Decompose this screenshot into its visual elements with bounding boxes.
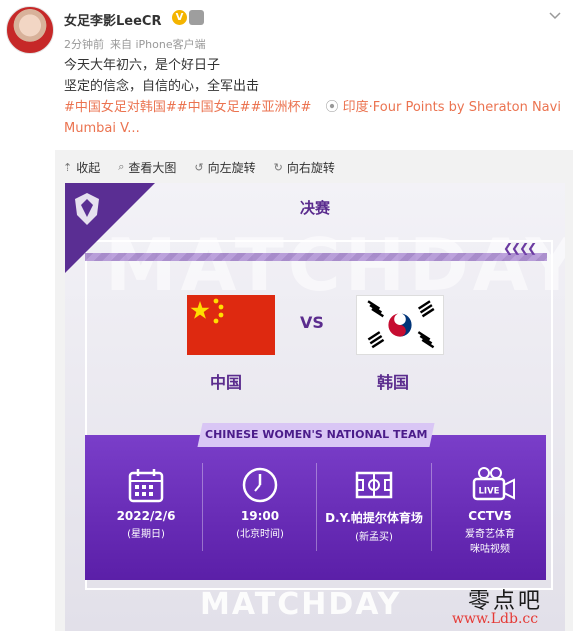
watermark-url: www.Ldb.cc xyxy=(452,611,539,627)
match-weekday: (星期日) xyxy=(127,529,165,540)
post-header: 女足李影LeeCR V 2分钟前 来自 iPhone客户端 今天大年初六，是个好日… xyxy=(0,0,573,150)
divider xyxy=(202,463,203,551)
member-icon xyxy=(189,10,204,25)
stadium-icon xyxy=(354,465,394,505)
team-away: 韩国 xyxy=(377,373,410,392)
topic-tags[interactable]: #中国女足对韩国##中国女足##亚洲杯# xyxy=(64,100,311,115)
broadcast-3: 咪咕视频 xyxy=(470,544,510,555)
location-text: 印度·Four Points by Sheraton Navi xyxy=(342,100,561,115)
rotate-left-button[interactable]: ↺ 向左旋转 xyxy=(194,158,255,176)
broadcast-2: 爱奇艺体育 xyxy=(465,529,515,540)
verified-icon: V xyxy=(172,10,187,25)
divider xyxy=(316,463,317,551)
time-block: 19:00 (北京时间) xyxy=(205,465,315,540)
chevron-down-icon[interactable] xyxy=(548,8,562,22)
avatar[interactable] xyxy=(6,6,54,54)
poster-title: 决赛 xyxy=(299,199,330,217)
date-block: 2022/2/6 (星期日) xyxy=(91,465,201,540)
korea-flag-icon xyxy=(356,295,444,355)
collapse-label: 收起 xyxy=(76,160,101,175)
decorative-band xyxy=(85,253,547,261)
location-text-cont[interactable]: Mumbai V... xyxy=(64,118,559,139)
match-venue-city: (新孟买) xyxy=(355,532,393,543)
matchday-text: MATCHDAY xyxy=(200,587,402,622)
match-venue: D.Y.帕提尔体育场 xyxy=(325,511,423,525)
image-viewer: ⇡ 收起 ⌕ 查看大图 ↺ 向左旋转 ↻ 向右旋转 MATCHDAY 决赛 ❮❮❮❮ V… xyxy=(55,150,573,631)
vs-label: VS xyxy=(300,313,324,332)
collapse-icon: ⇡ xyxy=(63,160,73,174)
live-label: LIVE xyxy=(479,487,500,497)
broadcast-1: CCTV5 xyxy=(468,509,512,523)
post-meta: 2分钟前 来自 iPhone客户端 xyxy=(64,36,212,52)
rotate-right-button[interactable]: ↻ 向右旋转 xyxy=(274,158,335,176)
team-tag: CHINESE WOMEN'S NATIONAL TEAM xyxy=(197,423,435,447)
post-tags: #中国女足对韩国##中国女足##亚洲杯# ⦿ 印度·Four Points by… xyxy=(64,97,561,118)
view-large-label: 查看大图 xyxy=(128,160,177,175)
china-flag-icon xyxy=(187,295,275,355)
post-text-line: 今天大年初六，是个好日子 xyxy=(64,58,221,73)
magnify-icon: ⌕ xyxy=(118,160,125,173)
clock-icon xyxy=(240,465,280,505)
view-large-button[interactable]: ⌕ 查看大图 xyxy=(118,158,176,176)
divider xyxy=(431,463,432,551)
match-timezone: (北京时间) xyxy=(236,529,284,540)
image-toolbar: ⇡ 收起 ⌕ 查看大图 ↺ 向左旋转 ↻ 向右旋转 xyxy=(63,158,335,176)
live-camera-icon: LIVE xyxy=(470,465,515,505)
rotate-left-label: 向左旋转 xyxy=(207,160,256,175)
match-time: 19:00 xyxy=(240,509,280,523)
rotate-right-icon: ↻ xyxy=(273,160,283,174)
rotate-left-icon: ↺ xyxy=(194,160,204,174)
rotate-right-label: 向右旋转 xyxy=(286,160,335,175)
location-pin-icon: ⦿ xyxy=(325,100,339,115)
post-time[interactable]: 2分钟前 xyxy=(64,38,104,51)
collapse-button[interactable]: ⇡ 收起 xyxy=(63,158,100,176)
post-source[interactable]: 来自 iPhone客户端 xyxy=(110,38,206,51)
calendar-icon xyxy=(126,465,166,505)
team-tag-text: CHINESE WOMEN'S NATIONAL TEAM xyxy=(204,428,428,441)
broadcast-block: LIVE CCTV5 爱奇艺体育 咪咕视频 xyxy=(435,465,545,555)
location-link[interactable]: ⦿ 印度·Four Points by Sheraton Navi xyxy=(326,100,561,115)
team-home: 中国 xyxy=(210,373,243,392)
venue-block: D.Y.帕提尔体育场 (新孟买) xyxy=(319,465,429,543)
post-text-line: 坚定的信念，自信的心，全军出击 xyxy=(64,79,260,94)
match-poster[interactable]: MATCHDAY 决赛 ❮❮❮❮ VS 中国 韩国 CHINESE WOMEN'… xyxy=(65,183,565,631)
match-date: 2022/2/6 xyxy=(116,509,176,523)
username[interactable]: 女足李影LeeCR xyxy=(64,10,161,29)
post-content: 今天大年初六，是个好日子 坚定的信念，自信的心，全军出击 #中国女足对韩国##中… xyxy=(64,55,561,139)
